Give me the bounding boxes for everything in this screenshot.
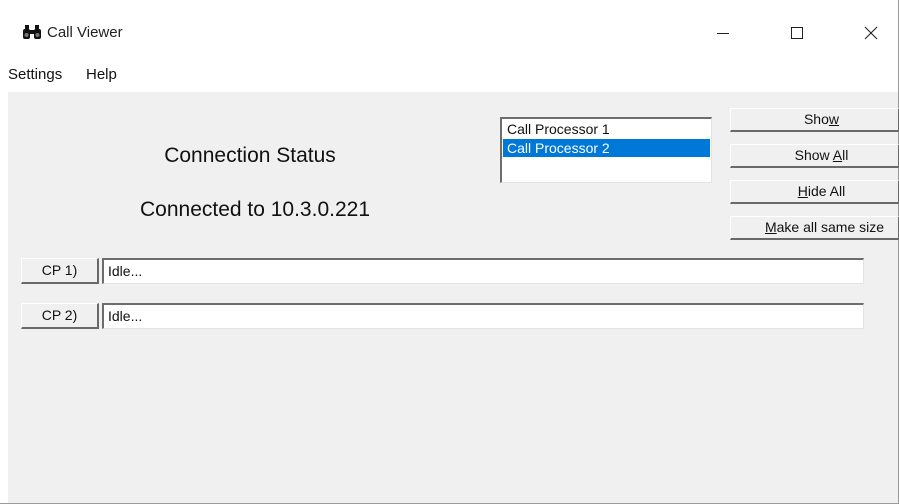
show-all-button[interactable]: Show All [730, 144, 899, 168]
minimize-button[interactable] [700, 14, 746, 52]
maximize-icon [791, 27, 803, 39]
menu-help[interactable]: Help [84, 66, 119, 83]
list-item-call-processor-2[interactable]: Call Processor 2 [503, 139, 710, 157]
cp1-status-field[interactable]: Idle... [102, 258, 864, 284]
title-bar[interactable]: Call Viewer [0, 0, 898, 62]
hide-all-button[interactable]: Hide All [730, 180, 899, 204]
cp2-button[interactable]: CP 2) [21, 303, 99, 329]
call-viewer-window: Call Viewer Settings Help Connection Sta… [0, 0, 899, 504]
minimize-icon [717, 33, 729, 34]
close-button[interactable] [848, 14, 894, 52]
menu-bar: Settings Help [0, 62, 898, 92]
maximize-button[interactable] [774, 14, 820, 52]
close-icon [864, 26, 878, 40]
window-title: Call Viewer [47, 24, 123, 41]
binoculars-icon [22, 24, 42, 40]
menu-settings[interactable]: Settings [6, 66, 64, 83]
make-all-same-size-button[interactable]: Make all same size [730, 216, 899, 240]
cp2-status-field[interactable]: Idle... [102, 303, 864, 329]
show-button[interactable]: Show [730, 108, 899, 132]
connection-status-heading: Connection Status [164, 144, 336, 167]
connection-status-text: Connected to 10.3.0.221 [139, 198, 370, 221]
list-item-call-processor-1[interactable]: Call Processor 1 [503, 120, 710, 138]
call-processor-list[interactable]: Call Processor 1 Call Processor 2 [500, 117, 712, 183]
cp1-button[interactable]: CP 1) [21, 258, 99, 284]
client-area: Connection Status Connected to 10.3.0.22… [8, 92, 899, 503]
